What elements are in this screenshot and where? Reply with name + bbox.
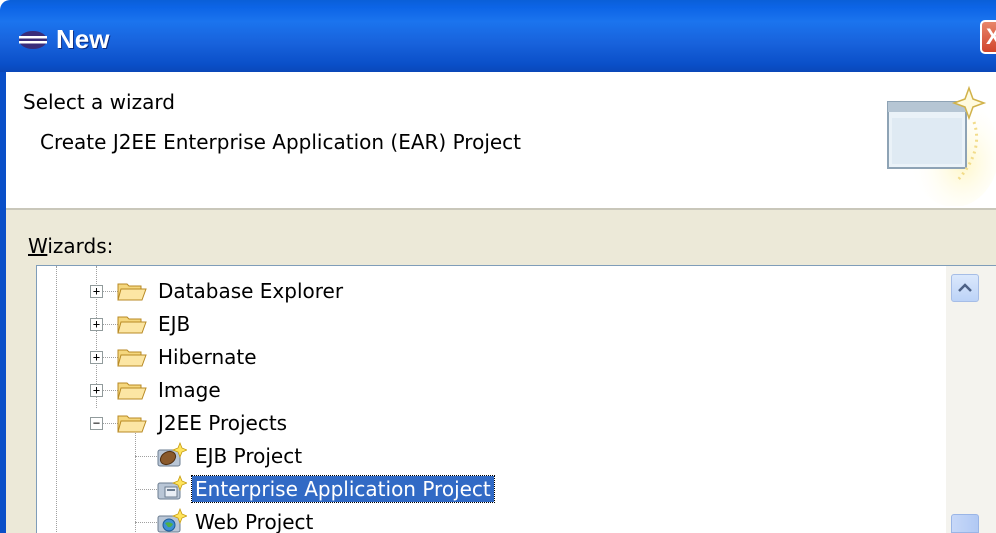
vertical-scrollbar[interactable] bbox=[946, 266, 996, 533]
title-bar: New X bbox=[0, 0, 996, 72]
tree-item-j2ee-projects[interactable]: − J2EE Projects bbox=[37, 408, 957, 438]
header-title: Select a wizard bbox=[23, 90, 175, 114]
enterprise-app-project-icon bbox=[157, 475, 187, 500]
expand-icon[interactable]: + bbox=[90, 285, 103, 298]
folder-icon bbox=[117, 382, 147, 400]
chevron-up-icon bbox=[958, 283, 972, 292]
wizard-banner-icon bbox=[887, 85, 996, 206]
tree-item-ejb-project[interactable]: EJB Project bbox=[37, 441, 957, 471]
tree-guide-line bbox=[135, 489, 157, 490]
tree-item-ejb[interactable]: + EJB bbox=[37, 309, 957, 339]
tree-item-hibernate[interactable]: + Hibernate bbox=[37, 342, 957, 372]
tree-item-label: EJB Project bbox=[195, 444, 303, 468]
eclipse-icon bbox=[19, 31, 47, 49]
tree-item-web-project[interactable]: Web Project bbox=[37, 507, 957, 533]
ejb-project-icon bbox=[157, 442, 187, 467]
tree-guide-line bbox=[135, 456, 157, 457]
tree-item-label: Enterprise Application Project bbox=[191, 475, 495, 503]
scroll-up-button[interactable] bbox=[951, 274, 979, 302]
tree-item-label: EJB bbox=[158, 312, 191, 336]
expand-icon[interactable]: + bbox=[90, 318, 103, 331]
open-folder-icon bbox=[117, 415, 147, 433]
wizards-label: Wizards: bbox=[28, 234, 114, 258]
collapse-icon[interactable]: − bbox=[90, 417, 103, 430]
web-project-icon bbox=[157, 508, 187, 533]
expand-icon[interactable]: + bbox=[90, 384, 103, 397]
tree-guide-line bbox=[135, 522, 157, 523]
tree-item-label: Hibernate bbox=[158, 345, 257, 369]
header-description: Create J2EE Enterprise Application (EAR)… bbox=[40, 130, 522, 154]
wizard-header: Select a wizard Create J2EE Enterprise A… bbox=[6, 72, 996, 210]
tree-item-label: J2EE Projects bbox=[158, 411, 288, 435]
tree-item-label: Database Explorer bbox=[158, 279, 344, 303]
tree-item-image[interactable]: + Image bbox=[37, 375, 957, 405]
folder-icon bbox=[117, 316, 147, 334]
close-icon: X bbox=[986, 24, 996, 49]
window-title: New bbox=[56, 24, 110, 54]
tree-item-enterprise-application-project[interactable]: Enterprise Application Project bbox=[37, 474, 957, 504]
folder-icon bbox=[117, 283, 147, 301]
close-button[interactable]: X bbox=[980, 20, 996, 54]
scrollbar-thumb[interactable] bbox=[951, 514, 979, 533]
folder-icon bbox=[117, 349, 147, 367]
tree-item-database-explorer[interactable]: + Database Explorer bbox=[37, 276, 957, 306]
wizards-tree[interactable]: + Database Explorer + EJB + Hibernate + … bbox=[36, 265, 996, 533]
tree-item-label: Image bbox=[158, 378, 221, 402]
tree-item-label: Web Project bbox=[195, 510, 314, 533]
expand-icon[interactable]: + bbox=[90, 351, 103, 364]
